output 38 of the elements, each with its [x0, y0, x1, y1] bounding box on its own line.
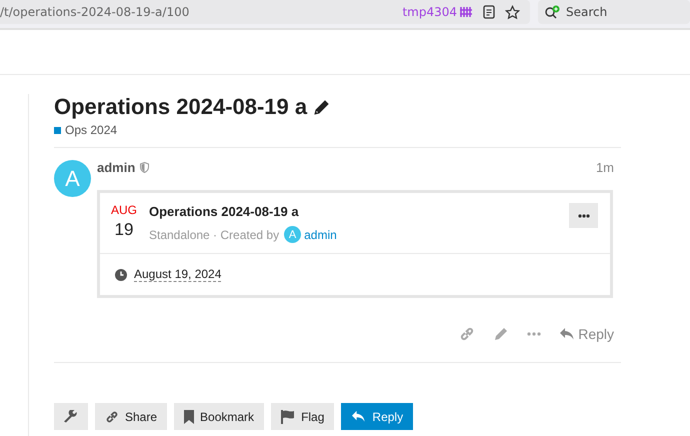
star-icon[interactable]	[505, 4, 520, 20]
wrench-icon	[64, 410, 78, 424]
reply-icon	[559, 327, 576, 341]
event-day: 19	[114, 220, 134, 240]
more-button[interactable]	[569, 203, 598, 228]
search-input[interactable]: Search	[564, 4, 668, 20]
creator-link[interactable]: admin	[304, 228, 337, 242]
bookmark-button[interactable]: Bookmark	[174, 403, 264, 430]
event-date: August 19, 2024	[134, 267, 222, 282]
reply-button[interactable]: Reply	[559, 326, 614, 342]
reader-view-icon[interactable]	[483, 5, 495, 19]
shield-icon	[140, 162, 150, 173]
flag-button[interactable]: Flag	[271, 403, 334, 430]
bookmark-icon	[184, 410, 194, 424]
fence-icon	[459, 6, 473, 18]
container-label[interactable]: tmp4304	[402, 5, 457, 19]
event-month: AUG	[111, 203, 138, 217]
event-title: Operations 2024-08-19 a	[149, 204, 299, 219]
link-icon	[105, 410, 119, 424]
avatar[interactable]: A	[54, 160, 91, 197]
url-text: /t/operations-2024-08-19-a/100	[0, 5, 190, 19]
reply-button[interactable]: Reply	[341, 403, 414, 430]
flag-icon	[281, 410, 296, 424]
reply-icon	[351, 410, 366, 423]
username[interactable]: admin	[97, 160, 136, 175]
creator-avatar[interactable]: A	[284, 226, 302, 243]
address-bar[interactable]: /t/operations-2024-08-19-a/100 tmp4304	[0, 0, 530, 24]
share-button[interactable]: Share	[95, 403, 168, 430]
search-field[interactable]: Search	[538, 0, 690, 24]
event-meta: Standalone · Created by	[149, 228, 280, 242]
topic-title: Operations 2024-08-19 a	[54, 94, 308, 120]
post-age[interactable]: 1m	[596, 160, 621, 175]
search-icon	[544, 5, 560, 19]
pencil-icon[interactable]	[313, 98, 332, 116]
more-icon	[578, 214, 590, 218]
admin-button[interactable]	[54, 403, 88, 430]
category-link[interactable]: Ops 2024	[65, 123, 118, 137]
clock-icon	[115, 268, 127, 280]
